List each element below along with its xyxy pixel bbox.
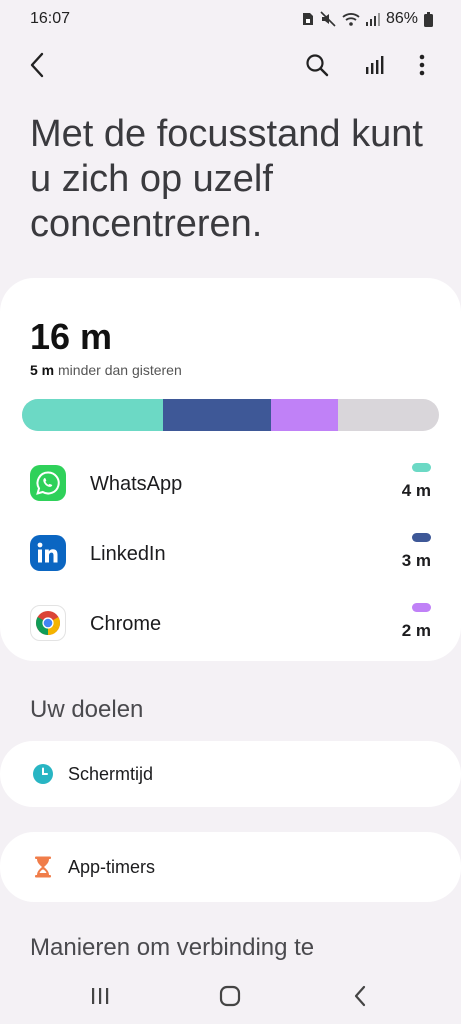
total-usage: 16 m — [30, 316, 113, 357]
recents-button[interactable] — [75, 978, 125, 1014]
app-name: Chrome — [90, 613, 162, 635]
battery-percent: 86% — [385, 10, 418, 27]
app-color-swatch — [412, 603, 431, 612]
signal-icon — [365, 13, 380, 26]
chrome-icon — [30, 605, 66, 641]
more-options-button[interactable] — [399, 42, 445, 88]
navigation-bar — [0, 968, 461, 1024]
status-bar: 16:07 86% — [0, 0, 461, 38]
search-button[interactable] — [294, 42, 340, 88]
mute-icon — [320, 11, 336, 27]
goal-label: Schermtijd — [68, 764, 154, 784]
app-row-chrome[interactable]: Chrome 2 m — [0, 589, 461, 659]
hourglass-icon — [32, 856, 54, 878]
nav-back-button[interactable] — [335, 978, 385, 1014]
usage-comparison: 5 m minder dan gisteren — [30, 362, 182, 378]
comparison-text: minder dan gisteren — [54, 362, 182, 378]
usage-bar-segment-linkedin — [163, 399, 271, 431]
battery-icon — [424, 11, 433, 27]
status-time: 16:07 — [30, 10, 71, 27]
app-color-swatch — [412, 533, 431, 542]
app-time: 2 m — [401, 621, 431, 640]
app-time: 4 m — [401, 481, 431, 500]
connect-section-title: Manieren om verbinding te — [30, 934, 315, 961]
search-icon — [306, 54, 329, 77]
usage-bar-segment-chrome — [270, 399, 338, 431]
usage-card[interactable]: 16 m 5 m minder dan gisteren WhatsApp 4 … — [0, 278, 461, 661]
home-button[interactable] — [205, 978, 255, 1014]
stats-icon — [366, 56, 384, 74]
app-bar — [0, 42, 461, 88]
app-color-swatch — [412, 463, 431, 472]
back-icon — [30, 52, 44, 78]
back-nav-icon — [354, 985, 366, 1007]
clock-icon — [32, 763, 54, 785]
app-name: WhatsApp — [90, 473, 183, 495]
whatsapp-icon — [30, 465, 66, 501]
usage-bar — [22, 399, 439, 431]
back-button[interactable] — [14, 42, 60, 88]
status-icons: 86% — [302, 10, 433, 28]
app-time: 3 m — [401, 551, 431, 570]
sim-lock-icon — [302, 13, 313, 25]
goal-screen-time[interactable]: Schermtijd — [0, 741, 461, 807]
goals-section-title: Uw doelen — [30, 696, 144, 723]
stats-button[interactable] — [352, 42, 398, 88]
comparison-value: 5 m — [30, 362, 55, 378]
page-headline: Met de focusstand kunt u zich op uzelf c… — [30, 113, 423, 245]
usage-bar-segment-whatsapp — [22, 399, 164, 431]
more-icon — [419, 54, 425, 76]
home-icon — [219, 985, 241, 1007]
recents-icon — [92, 988, 109, 1004]
app-row-whatsapp[interactable]: WhatsApp 4 m — [0, 449, 461, 519]
wifi-icon — [342, 13, 360, 26]
linkedin-icon — [30, 535, 66, 571]
goal-app-timers[interactable]: App-timers — [0, 832, 461, 902]
goal-label: App-timers — [68, 857, 156, 877]
app-row-linkedin[interactable]: LinkedIn 3 m — [0, 519, 461, 589]
app-name: LinkedIn — [90, 543, 166, 565]
